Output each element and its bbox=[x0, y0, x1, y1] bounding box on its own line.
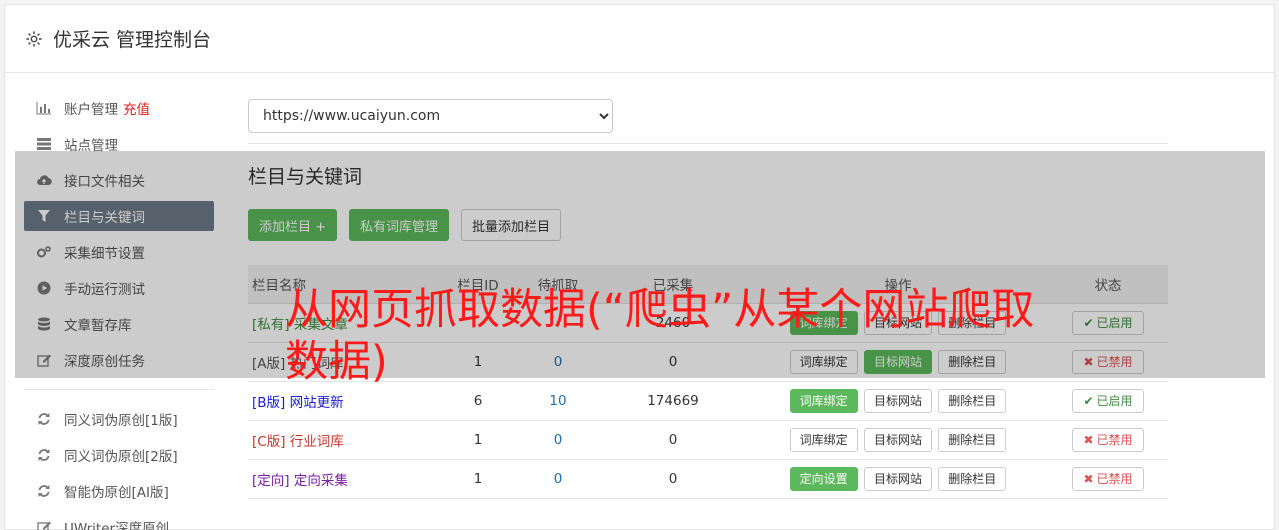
delete-column-button[interactable]: 删除栏目 bbox=[938, 388, 1007, 413]
refresh-icon bbox=[36, 447, 52, 463]
gear-icon bbox=[26, 30, 42, 47]
cell-collected: 0 bbox=[598, 459, 748, 499]
sidebar-item-synonym-v2[interactable]: 同义词伪原创[2版] bbox=[24, 440, 214, 470]
target-site-button[interactable]: 目标网站 bbox=[863, 427, 932, 452]
column-name[interactable]: 行业词库 bbox=[290, 434, 344, 450]
column-prefix: [B版] bbox=[252, 394, 286, 411]
header: 优采云 管理控制台 bbox=[5, 5, 1274, 73]
site-select[interactable]: https://www.ucaiyun.com bbox=[248, 99, 613, 133]
cell-id: 1 bbox=[438, 459, 518, 499]
cell-ops: 定向设置 目标网站 删除栏目 bbox=[748, 459, 1048, 499]
main-divider bbox=[248, 143, 1168, 144]
cell-status: ✖ 已禁用 bbox=[1048, 459, 1168, 499]
column-prefix: [C版] bbox=[252, 433, 286, 450]
cell-pending[interactable]: 0 bbox=[518, 420, 598, 460]
column-name[interactable]: 网站更新 bbox=[290, 395, 344, 411]
status-badge[interactable]: ✔ 已启用 bbox=[1072, 388, 1144, 413]
cell-collected: 0 bbox=[598, 420, 748, 460]
bind-lexicon-button[interactable]: 词库绑定 bbox=[789, 388, 858, 413]
status-label: 已启用 bbox=[1096, 394, 1133, 408]
sidebar-item-uwriter[interactable]: UWriter深度原创 bbox=[24, 512, 214, 530]
sidebar-item-label: 同义词伪原创[1版] bbox=[64, 413, 178, 429]
sidebar-item-label: 智能伪原创[AI版] bbox=[64, 485, 169, 501]
cell-pending[interactable]: 0 bbox=[518, 459, 598, 499]
recharge-link[interactable]: 充值 bbox=[123, 98, 150, 118]
check-icon: ✔ bbox=[1083, 393, 1094, 408]
target-site-button[interactable]: 目标网站 bbox=[863, 388, 932, 413]
cell-status: ✖ 已禁用 bbox=[1048, 420, 1168, 460]
status-label: 已禁用 bbox=[1096, 472, 1133, 486]
bind-lexicon-button[interactable]: 词库绑定 bbox=[789, 427, 858, 452]
cell-ops: 词库绑定 目标网站 删除栏目 bbox=[748, 420, 1048, 460]
sidebar-item-label: 账户管理 bbox=[64, 102, 118, 118]
cross-icon: ✖ bbox=[1083, 471, 1094, 486]
refresh-icon bbox=[36, 483, 52, 499]
cross-icon: ✖ bbox=[1083, 432, 1094, 447]
sidebar-item-account[interactable]: 账户管理 充值 bbox=[24, 93, 214, 123]
delete-column-button[interactable]: 删除栏目 bbox=[938, 466, 1007, 491]
delete-column-button[interactable]: 删除栏目 bbox=[938, 427, 1007, 452]
status-label: 已禁用 bbox=[1096, 433, 1133, 447]
sidebar-item-synonym-v1[interactable]: 同义词伪原创[1版] bbox=[24, 404, 214, 434]
cell-status: ✔ 已启用 bbox=[1048, 381, 1168, 421]
bar-chart-icon bbox=[36, 100, 52, 116]
edit-icon bbox=[36, 519, 52, 530]
column-prefix: [定向] bbox=[252, 472, 290, 489]
target-site-button[interactable]: 目标网站 bbox=[863, 466, 932, 491]
table-row: [C版] 行业词库 1 0 0 词库绑定 目标网站 删除栏目 ✖ 已禁用 bbox=[248, 420, 1168, 460]
sidebar-item-label: 同义词伪原创[2版] bbox=[64, 449, 178, 465]
sidebar-item-ai-rewrite[interactable]: 智能伪原创[AI版] bbox=[24, 476, 214, 506]
sidebar-item-label: UWriter深度原创 bbox=[64, 521, 170, 530]
refresh-icon bbox=[36, 411, 52, 427]
column-name[interactable]: 定向采集 bbox=[294, 473, 348, 489]
watermark-text: 从网页抓取数据(“爬虫”从某个网站爬取数据) bbox=[285, 285, 1035, 387]
directed-settings-button[interactable]: 定向设置 bbox=[789, 466, 858, 491]
cell-name[interactable]: [定向] 定向采集 bbox=[248, 459, 438, 499]
sidebar-divider bbox=[24, 389, 214, 390]
status-badge[interactable]: ✖ 已禁用 bbox=[1072, 466, 1144, 491]
server-icon bbox=[36, 136, 52, 152]
cell-id: 1 bbox=[438, 420, 518, 460]
status-badge[interactable]: ✖ 已禁用 bbox=[1072, 427, 1144, 452]
cell-name[interactable]: [C版] 行业词库 bbox=[248, 420, 438, 460]
page-title: 优采云 管理控制台 bbox=[53, 29, 212, 51]
table-row: [定向] 定向采集 1 0 0 定向设置 目标网站 删除栏目 ✖ 已禁用 bbox=[248, 459, 1168, 499]
